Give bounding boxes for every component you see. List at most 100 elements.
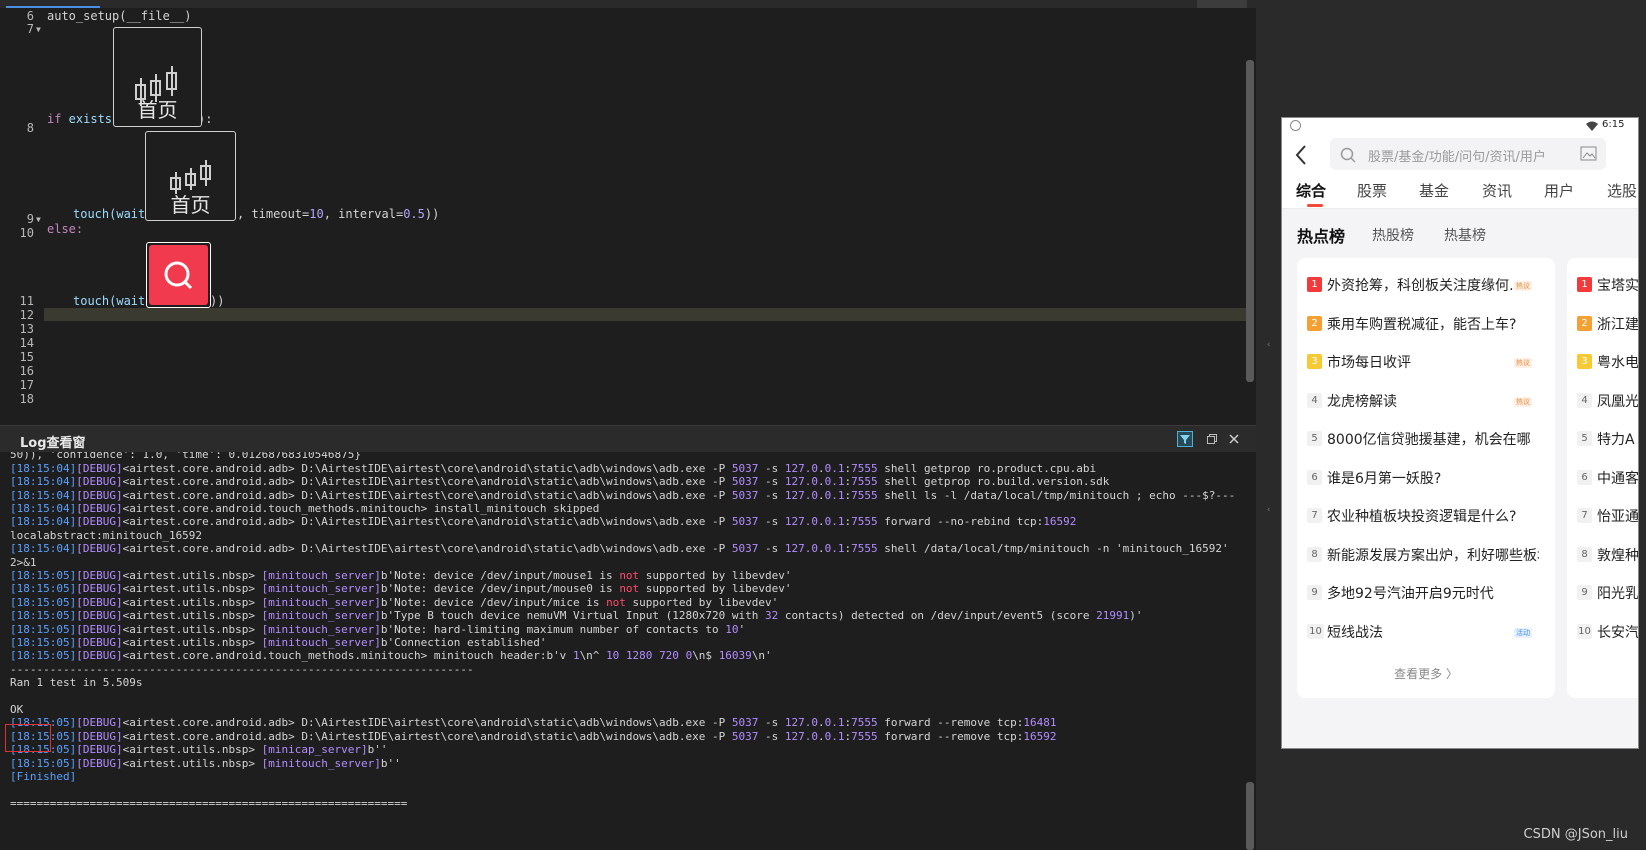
- hot-list-item[interactable]: 3 市场每日收评 热议: [1297, 352, 1555, 376]
- log-line: [18:15:04][DEBUG]<airtest.core.android.a…: [10, 475, 1109, 488]
- hot-list-card: 1 外资抢筹，科创板关注度缘何… 热议 2 乘用车购置税减征，能否上车? 3 市场每日收评热…: [1297, 258, 1555, 698]
- template-image-home-2[interactable]: 首页: [145, 131, 236, 221]
- line-number: 13: [19, 322, 34, 336]
- rank-badge: 1: [1577, 277, 1592, 292]
- hot-list-item[interactable]: 10 短线战法 活动: [1297, 622, 1555, 646]
- log-message: D:\AirtestIDE\airtest\core\android\stati…: [294, 542, 1229, 556]
- device-screen[interactable]: 6:15 股票/基金/功能/问句/资讯/用户 综合 股票 基金 资讯 用户 选股…: [1281, 117, 1639, 749]
- splitter-handle-icon[interactable]: ‹: [1266, 340, 1271, 350]
- hot-list-item[interactable]: 1 外资抢筹，科创板关注度缘何… 热议: [1297, 275, 1555, 299]
- editor-scrollbar[interactable]: [1246, 60, 1254, 382]
- log-message: D:\AirtestIDE\airtest\core\android\stati…: [294, 729, 1057, 743]
- log-timestamp: [18:15:05]: [10, 569, 77, 582]
- editor-tab-button[interactable]: [1197, 0, 1247, 8]
- tab-news[interactable]: 资讯: [1482, 180, 1512, 201]
- log-source: <airtest.core.android.adb>: [122, 461, 295, 475]
- log-level: [DEBUG]: [76, 569, 123, 582]
- splitter-handle-icon[interactable]: ‹: [1266, 505, 1271, 515]
- log-source: <airtest.core.android.adb>: [122, 488, 295, 502]
- log-message: D:\AirtestIDE\airtest\core\android\stati…: [294, 716, 1057, 730]
- see-more-link[interactable]: 查看更多 〉: [1297, 665, 1555, 682]
- log-line: OK: [10, 703, 24, 716]
- search-input[interactable]: 股票/基金/功能/问句/资讯/用户: [1330, 138, 1606, 170]
- image-search-icon[interactable]: [1580, 146, 1597, 161]
- hot-item-tag: 热议: [1514, 281, 1532, 291]
- log-source: <airtest.core.android.touch_methods.mini…: [122, 502, 428, 515]
- log-line: [18:15:05][DEBUG]<airtest.utils.nbsp> [m…: [10, 636, 546, 649]
- log-line: Ran 1 test in 5.509s: [10, 676, 143, 690]
- close-paren: )): [424, 207, 440, 221]
- code-line-9[interactable]: else:: [47, 222, 83, 236]
- log-level: [DEBUG]: [76, 475, 123, 489]
- back-icon[interactable]: [1294, 144, 1308, 166]
- log-scrollbar[interactable]: [1246, 782, 1254, 850]
- log-line: [18:15:04][DEBUG]<airtest.core.android.a…: [10, 542, 1229, 555]
- rank-badge: 7: [1577, 508, 1592, 523]
- tab-stocks[interactable]: 股票: [1357, 180, 1387, 201]
- template-image-label: 首页: [137, 98, 178, 122]
- subtab-hot-stocks[interactable]: 热股榜: [1372, 225, 1414, 245]
- hot-list-item[interactable]: 6 谁是6月第一妖股?: [1297, 468, 1555, 492]
- log-line: [18:15:04][DEBUG]<airtest.core.android.t…: [10, 502, 599, 515]
- restore-window-icon[interactable]: [1207, 434, 1217, 444]
- close-icon[interactable]: [1229, 434, 1239, 444]
- hot-list-item[interactable]: 5 8000亿信贷驰援基建，机会在哪: [1297, 429, 1555, 453]
- log-source: <airtest.utils.nbsp>: [122, 743, 256, 757]
- rank-badge: 3: [1307, 354, 1322, 369]
- tab-stock-picker[interactable]: 选股: [1607, 180, 1637, 201]
- fold-toggle-icon[interactable]: ▼: [36, 215, 41, 224]
- log-line: [18:15:04][DEBUG]<airtest.core.android.a…: [10, 489, 1235, 502]
- hot-item-title: 龙虎榜解读: [1327, 393, 1397, 410]
- code-line-6[interactable]: auto_setup(__file__): [47, 9, 192, 23]
- rank-badge: 2: [1577, 315, 1592, 331]
- tab-users[interactable]: 用户: [1544, 180, 1574, 201]
- log-message: [minitouch_server]b'Connection establish…: [261, 636, 547, 649]
- second-item-title: 怡亚通: [1597, 509, 1639, 525]
- log-line: [18:15:04][DEBUG]<airtest.core.android.a…: [10, 515, 1076, 528]
- code-line-7[interactable]: if exists(: [47, 112, 119, 126]
- hot-item-title: 多地92号汽油开启9元时代: [1327, 586, 1494, 602]
- tab-funds[interactable]: 基金: [1419, 180, 1449, 201]
- search-header: 股票/基金/功能/问句/资讯/用户: [1282, 134, 1638, 178]
- hot-item-title: 谁是6月第一妖股?: [1327, 470, 1442, 487]
- log-message: [minitouch_server]b'Note: device /dev/in…: [261, 595, 779, 609]
- log-source: <airtest.core.android.adb>: [122, 729, 295, 743]
- log-message: D:\AirtestIDE\airtest\core\android\stati…: [294, 488, 1236, 502]
- hot-list-item[interactable]: 4 龙虎榜解读 热议: [1297, 391, 1555, 415]
- log-timestamp: [18:15:04]: [10, 502, 77, 515]
- subtab-hot-topics[interactable]: 热点榜: [1297, 223, 1345, 247]
- line-number: 11: [19, 294, 34, 308]
- log-timestamp: [18:15:04]: [10, 488, 77, 502]
- code-line-10[interactable]: touch(wait(: [73, 294, 152, 308]
- hot-item-tag: 热议: [1514, 358, 1532, 368]
- category-tabs: 综合 股票 基金 资讯 用户 选股: [1282, 178, 1638, 209]
- log-source: <airtest.utils.nbsp>: [122, 636, 256, 649]
- log-line: [18:15:05][DEBUG]<airtest.utils.nbsp> [m…: [10, 623, 745, 636]
- code-editor[interactable]: 6 7 ▼ 8 9 ▼ 10 11 12 13 14 15 16 17 18 a…: [0, 0, 1256, 412]
- log-output[interactable]: [18:15:04][DEBUG]<airtest.core.api> matc…: [0, 452, 1256, 850]
- second-item-title: 长安汽: [1597, 624, 1639, 641]
- hot-list-item[interactable]: 7 农业种植板块投资逻辑是什么?: [1297, 506, 1555, 530]
- template-image-search[interactable]: [146, 242, 211, 308]
- hot-list-item[interactable]: 8 新能源发展方案出炉，利好哪些板块: [1297, 545, 1555, 569]
- active-tab-indicator: [6, 6, 100, 8]
- subtab-hot-funds[interactable]: 热基榜: [1444, 225, 1486, 245]
- log-line: [18:15:05][DEBUG]<airtest.core.android.a…: [10, 716, 1056, 729]
- log-level: [DEBUG]: [76, 743, 123, 757]
- rank-badge: 2: [1307, 315, 1322, 331]
- log-timestamp: [18:15:05]: [10, 636, 77, 649]
- code-line-8[interactable]: touch(wait(: [73, 207, 152, 221]
- search-icon: [164, 261, 193, 290]
- second-item-title: 凤凰光: [1597, 393, 1639, 410]
- rank-badge: 10: [1307, 623, 1324, 639]
- template-image-home[interactable]: 首页: [113, 27, 202, 127]
- fold-toggle-icon[interactable]: ▼: [36, 25, 41, 34]
- log-line: [18:15:05][DEBUG]<airtest.utils.nbsp> [m…: [10, 743, 388, 756]
- log-level: [DEBUG]: [76, 622, 123, 636]
- hot-list-item[interactable]: 2 乘用车购置税减征，能否上车?: [1297, 314, 1555, 338]
- tab-overview[interactable]: 综合: [1296, 180, 1326, 201]
- log-source: <airtest.utils.nbsp>: [122, 569, 256, 582]
- hot-list-item[interactable]: 9 多地92号汽油开启9元时代: [1297, 583, 1555, 607]
- filter-icon[interactable]: [1177, 431, 1193, 447]
- log-timestamp: [18:15:05]: [10, 582, 77, 596]
